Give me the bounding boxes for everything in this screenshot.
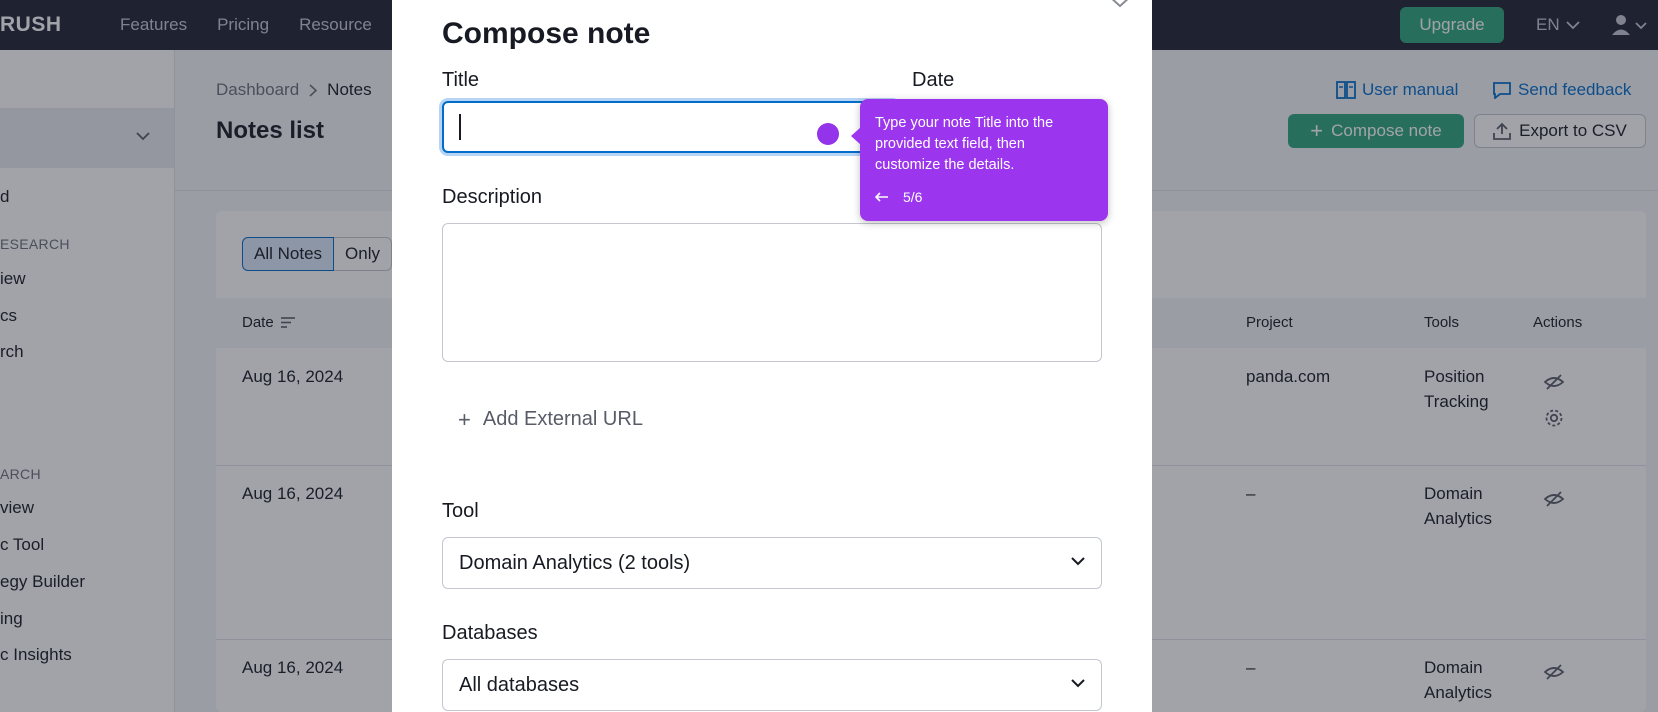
chevron-down-icon xyxy=(1071,679,1085,688)
modal-title: Compose note xyxy=(442,17,651,50)
title-label: Title xyxy=(442,69,480,91)
tooltip-text: Type your note Title into the provided t… xyxy=(875,115,1054,173)
arrow-left-icon[interactable] xyxy=(875,192,889,202)
description-label: Description xyxy=(442,186,543,208)
close-icon[interactable] xyxy=(1108,0,1134,10)
databases-select[interactable]: All databases xyxy=(442,659,1102,711)
tool-label: Tool xyxy=(442,500,479,522)
description-textarea[interactable] xyxy=(442,223,1102,362)
chevron-down-icon xyxy=(1071,557,1085,566)
date-label: Date xyxy=(912,69,955,91)
tooltip-step: 5/6 xyxy=(903,189,923,205)
tooltip-footer: 5/6 xyxy=(875,189,922,205)
plus-icon: + xyxy=(458,406,471,432)
databases-label: Databases xyxy=(442,622,538,644)
guide-hotspot[interactable] xyxy=(817,123,839,145)
add-external-url-button[interactable]: + Add External URL xyxy=(458,408,643,431)
add-external-url-label: Add External URL xyxy=(482,408,643,430)
text-caret xyxy=(459,114,461,140)
databases-select-value: All databases xyxy=(459,673,580,696)
guide-tooltip: Type your note Title into the provided t… xyxy=(851,99,1108,221)
tool-select-value: Domain Analytics (2 tools) xyxy=(459,551,691,574)
tool-select[interactable]: Domain Analytics (2 tools) xyxy=(442,537,1102,589)
